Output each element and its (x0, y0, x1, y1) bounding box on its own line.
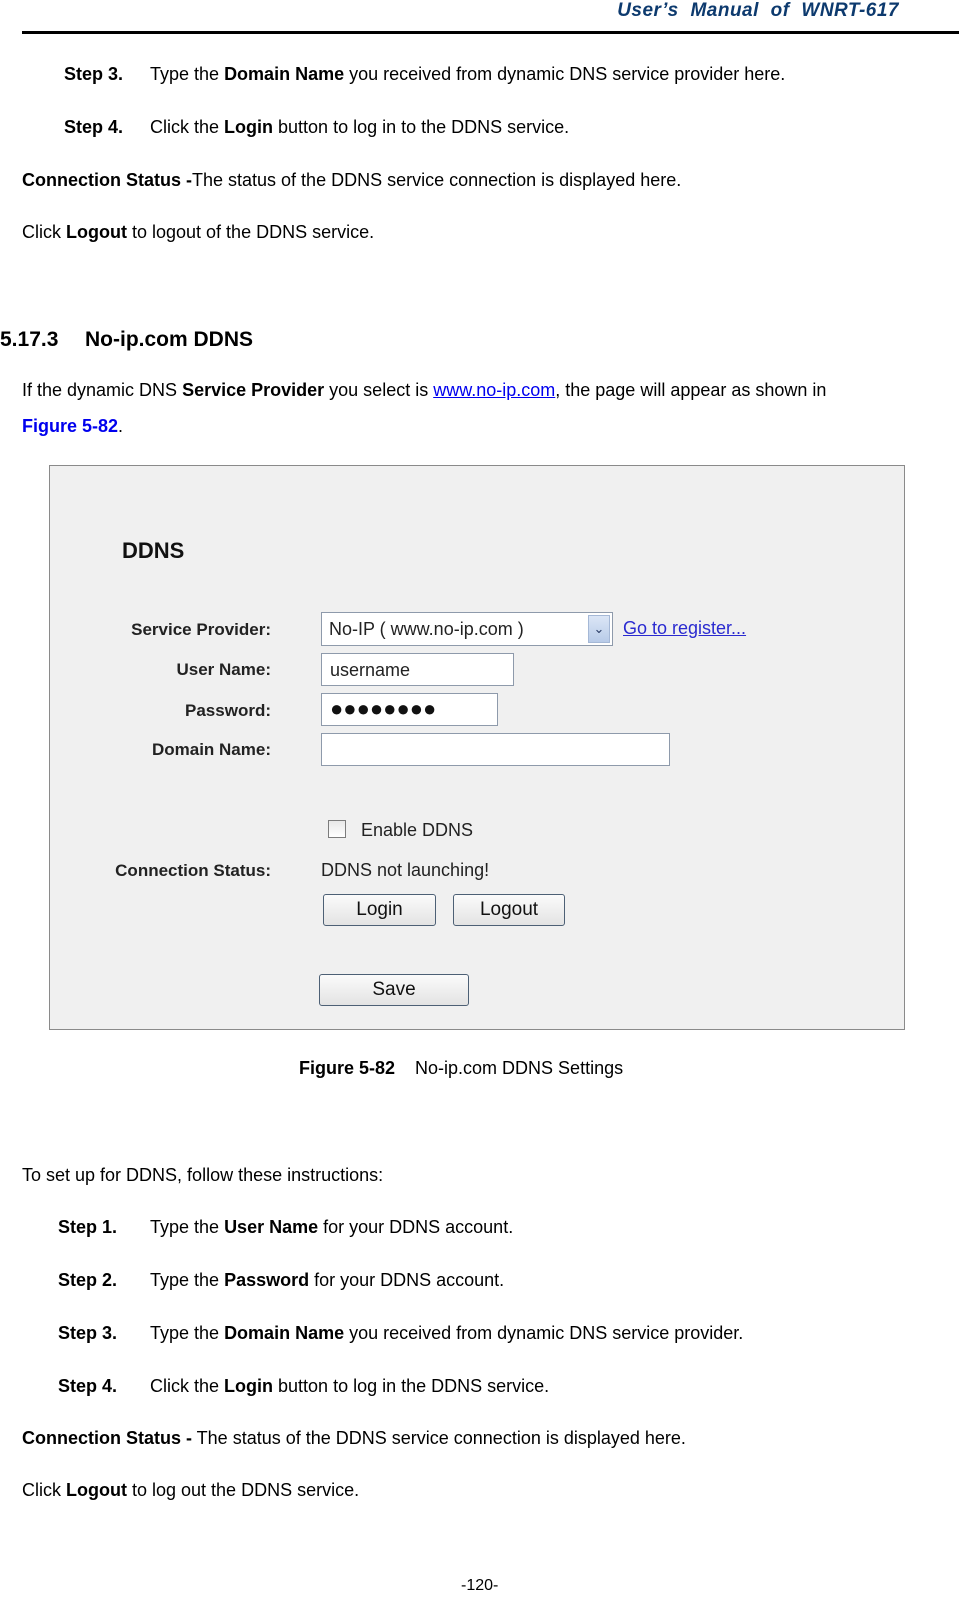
instructions-intro: To set up for DDNS, follow these instruc… (22, 1165, 384, 1185)
note-text: The status of the DDNS service connectio… (192, 1428, 686, 1448)
step-label: Step 2. (58, 1270, 118, 1290)
password-input[interactable]: ●●●●●●●● (321, 693, 498, 726)
step-bold: Domain Name (224, 1323, 345, 1343)
note-text: to logout of the DDNS service. (126, 222, 375, 242)
enable-ddns-label: Enable DDNS (361, 820, 474, 840)
section-intro-cont: Figure 5-82. (22, 416, 123, 437)
step-text: Type the (150, 1323, 225, 1343)
password-label: Password: (185, 701, 271, 720)
note-bold: Logout (66, 222, 127, 242)
service-provider-label: Service Provider: (131, 620, 271, 639)
note-bold: Logout (66, 1480, 127, 1500)
intro-bold: Service Provider (182, 380, 325, 400)
intro-text: you select is (324, 380, 434, 400)
user-name-input[interactable]: username (321, 653, 514, 686)
step-label: Step 4. (64, 117, 124, 137)
step-bold: Domain Name (224, 64, 345, 84)
intro-text: , the page will appear as shown in (555, 380, 827, 400)
note-text: The status of the DDNS service connectio… (192, 170, 682, 190)
section-heading: 5.17.3 No-ip.com DDNS (0, 328, 253, 352)
service-provider-select[interactable]: No-IP ( www.no-ip.com ) ⌄ (321, 612, 613, 646)
domain-name-input[interactable] (321, 733, 670, 766)
logout-button[interactable]: Logout (453, 894, 565, 926)
caption-label: Figure 5-82 (299, 1058, 396, 1078)
ddns-panel-title: DDNS (122, 538, 185, 563)
ddns-settings-figure: DDNS Service Provider: No-IP ( www.no-ip… (49, 465, 905, 1030)
note-text: Click (22, 222, 66, 242)
step-bold: Password (224, 1270, 310, 1290)
login-button[interactable]: Login (323, 894, 436, 926)
go-to-register-link[interactable]: Go to register... (623, 618, 746, 639)
step-text: Click the (150, 1376, 225, 1396)
no-ip-link[interactable]: www.no-ip.com (433, 380, 555, 400)
step-bold: Login (224, 1376, 274, 1396)
step-text: Type the (150, 64, 225, 84)
note-bold: Connection Status - (22, 170, 192, 190)
user-name-label: User Name: (176, 660, 272, 679)
user-name-value: username (330, 660, 411, 680)
domain-name-label: Domain Name: (151, 740, 271, 759)
connection-status-value: DDNS not launching! (321, 860, 490, 880)
step-text: you received from dynamic DNS service pr… (344, 64, 786, 84)
step-text: Type the (150, 1217, 225, 1237)
step-bold: User Name (224, 1217, 319, 1237)
step-text: for your DDNS account. (309, 1270, 505, 1290)
figure-reference-link[interactable]: Figure 5-82 (22, 416, 118, 436)
instruction-step-2: Step 2. Type the Password for your DDNS a… (58, 1270, 504, 1291)
manual-header-title: User’s Manual of WNRT-617 (617, 0, 899, 21)
step-text: Click the (150, 117, 225, 137)
step-text: for your DDNS account. (318, 1217, 514, 1237)
top-step-3: Step 3. Type the Domain Name you received… (64, 64, 785, 85)
top-step-4: Step 4. Click the Login button to log in … (64, 117, 569, 138)
header-rule (22, 31, 959, 34)
enable-ddns-checkbox[interactable] (328, 820, 346, 838)
instructions-connection-status-note: Connection Status - The status of the DD… (22, 1428, 686, 1449)
password-value: ●●●●●●●● (330, 696, 437, 721)
figure-caption: Figure 5-82 No-ip.com DDNS Settings (299, 1058, 623, 1079)
section-intro: If the dynamic DNS Service Provider you … (22, 380, 826, 401)
step-text: Type the (150, 1270, 225, 1290)
step-label: Step 3. (58, 1323, 118, 1343)
intro-text: . (118, 416, 124, 436)
save-button[interactable]: Save (319, 974, 469, 1006)
instruction-step-3: Step 3. Type the Domain Name you received… (58, 1323, 743, 1344)
instruction-step-1: Step 1. Type the User Name for your DDNS … (58, 1217, 513, 1238)
section-number: 5.17.3 (0, 328, 59, 351)
intro-text: If the dynamic DNS (22, 380, 183, 400)
step-label: Step 4. (58, 1376, 118, 1396)
step-label: Step 1. (58, 1217, 118, 1237)
note-bold: Connection Status - (22, 1428, 192, 1448)
chevron-down-icon[interactable]: ⌄ (588, 615, 610, 643)
step-label: Step 3. (64, 64, 124, 84)
step-text: button to log in to the DDNS service. (273, 117, 570, 137)
step-bold: Login (224, 117, 274, 137)
step-text: you received from dynamic DNS service pr… (344, 1323, 744, 1343)
service-provider-value: No-IP ( www.no-ip.com ) (329, 619, 524, 639)
top-connection-status-note: Connection Status -The status of the DDN… (22, 170, 681, 191)
note-text: Click (22, 1480, 66, 1500)
top-logout-note: Click Logout to logout of the DDNS servi… (22, 222, 374, 243)
caption-text: No-ip.com DDNS Settings (415, 1058, 624, 1078)
note-text: to log out the DDNS service. (126, 1480, 360, 1500)
step-text: button to log in the DDNS service. (273, 1376, 550, 1396)
page-number: -120- (461, 1577, 499, 1594)
instructions-logout-note: Click Logout to log out the DDNS service… (22, 1480, 359, 1501)
connection-status-label: Connection Status: (115, 861, 271, 880)
section-title: No-ip.com DDNS (85, 328, 253, 351)
instruction-step-4: Step 4. Click the Login button to log in … (58, 1376, 549, 1397)
